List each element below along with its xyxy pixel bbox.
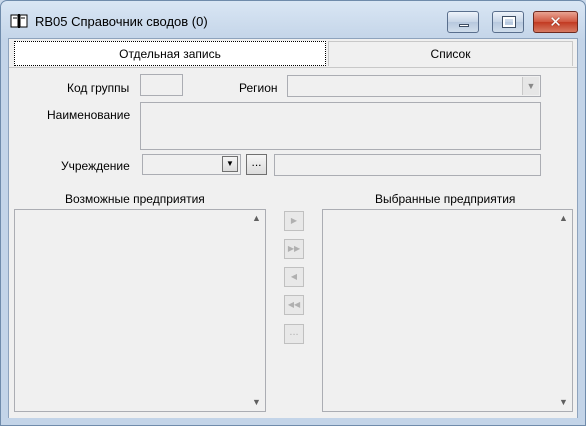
move-all-button[interactable]: ▶▶ — [284, 239, 304, 259]
maximize-icon — [503, 17, 515, 27]
region-label: Регион — [239, 81, 278, 95]
scroll-up-icon[interactable]: ▲ — [248, 210, 265, 227]
selected-enterprises-list[interactable]: ▲ ▼ — [322, 209, 573, 412]
scroll-up-icon[interactable]: ▲ — [555, 210, 572, 227]
scroll-down-icon[interactable]: ▼ — [555, 394, 572, 411]
available-enterprises-label: Возможные предприятия — [65, 192, 205, 206]
name-label: Наименование — [47, 108, 131, 122]
tab-single-record[interactable]: Отдельная запись — [14, 41, 326, 66]
title-bar[interactable]: RB05 Справочник сводов (0) ✕ — [1, 1, 585, 37]
region-select[interactable]: ▼ — [287, 75, 541, 97]
minimize-icon — [459, 24, 469, 27]
dropdown-arrow-icon[interactable]: ▼ — [222, 156, 238, 172]
minimize-button[interactable] — [447, 11, 479, 33]
scroll-down-icon[interactable]: ▼ — [248, 394, 265, 411]
maximize-button[interactable] — [492, 11, 524, 33]
available-enterprises-list[interactable]: ▲ ▼ — [14, 209, 266, 412]
tab-list[interactable]: Список — [328, 41, 573, 66]
client-area: Отдельная запись Список Код группы Регио… — [8, 38, 578, 418]
selected-scrollbar[interactable]: ▲ ▼ — [555, 210, 572, 411]
window-title: RB05 Справочник сводов (0) — [35, 14, 208, 29]
close-icon: ✕ — [549, 13, 562, 31]
move-one-button[interactable]: ▶ — [284, 211, 304, 231]
group-code-label: Код группы — [67, 81, 130, 95]
institution-label: Учреждение — [61, 159, 130, 173]
main-window: RB05 Справочник сводов (0) ✕ Отдельная з… — [0, 0, 586, 426]
remove-one-button[interactable]: ◀ — [284, 267, 304, 287]
name-field[interactable] — [140, 102, 541, 150]
remove-all-button[interactable]: ◀◀ — [284, 295, 304, 315]
chevron-down-icon[interactable]: ▼ — [522, 77, 539, 95]
institution-select[interactable]: ▼ — [142, 154, 241, 175]
group-code-field[interactable] — [140, 74, 183, 96]
tab-panel: Код группы Регион ▼ Наименование Учрежде… — [9, 67, 577, 418]
selected-enterprises-label: Выбранные предприятия — [375, 192, 516, 206]
browse-button[interactable]: ... — [246, 154, 267, 175]
close-button[interactable]: ✕ — [533, 11, 578, 33]
book-icon[interactable] — [10, 13, 28, 29]
more-button[interactable]: ... — [284, 324, 304, 344]
available-scrollbar[interactable]: ▲ ▼ — [248, 210, 265, 411]
institution-name-field[interactable] — [274, 154, 541, 176]
